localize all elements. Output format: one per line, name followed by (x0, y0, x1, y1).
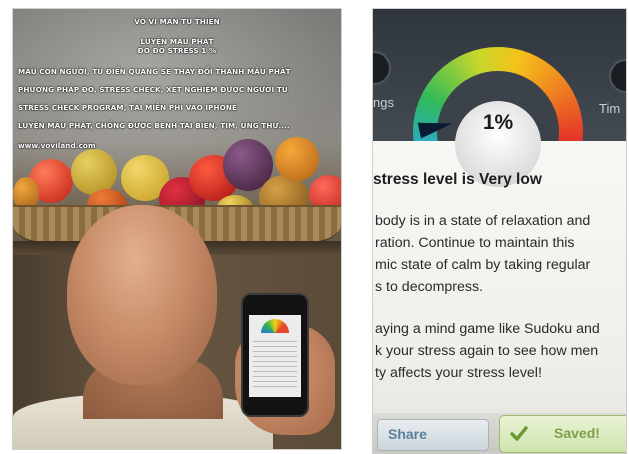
timer-button-label: Tim (599, 101, 621, 116)
photo-panel: VÔ VI MAN TU THIỀN LUYỆN MẦU PHẬT ĐO ĐỘ … (12, 8, 342, 450)
person-head (67, 205, 217, 385)
saved-button-label: Saved! (554, 425, 600, 441)
stress-percent-value: 1% (482, 111, 514, 134)
result-body-line: k your stress again to see how men (375, 343, 599, 359)
result-body-line: ration. Continue to maintain this (375, 235, 575, 251)
result-body-line: s to decompress. (375, 279, 484, 295)
settings-button-label: ngs (373, 95, 394, 110)
phone-screen-thumbnail (249, 315, 301, 397)
result-title: stress level is Very low (373, 171, 542, 188)
share-button[interactable]: Share (377, 419, 489, 451)
checkmark-icon (510, 425, 528, 443)
caption-line: MÁU CON NGƯỜI, TU ĐIỂN QUANG SẼ THAY ĐỔI… (18, 67, 291, 76)
mini-gauge-icon (261, 319, 289, 333)
caption-line: LUYỆN MẦU PHẬT, CHỐNG ĐƯỢC BỆNH TAI BIẾN… (18, 121, 290, 130)
result-body-line: aying a mind game like Sudoku and (375, 321, 600, 337)
caption-line: STRESS CHECK PROGRAM, TẢI MIỄN PHÍ VÀO I… (18, 103, 237, 112)
result-body-line: mic state of calm by taking regular (375, 257, 591, 273)
caption-subtitle-1: LUYỆN MẦU PHẬT (140, 37, 214, 46)
result-body-line: ty affects your stress level! (375, 365, 542, 381)
caption-subtitle-2: ĐO ĐỘ STRESS 1 % (137, 46, 217, 55)
result-body-line: body is in a state of relaxation and (375, 213, 591, 229)
caption-title: VÔ VI MAN TU THIỀN (134, 17, 220, 26)
saved-button[interactable]: Saved! (499, 415, 626, 453)
caption-website: www.voviland.com (18, 141, 96, 150)
app-screen-closeup: ngs Tim 1% stress level is Very low body… (372, 8, 627, 454)
share-button-label: Share (388, 426, 427, 442)
caption-line: PHƯƠNG PHÁP ĐO, STRESS CHECK, XÉT NGHIỆM… (18, 85, 288, 94)
mini-text-lines (253, 341, 297, 391)
phone-in-hand (241, 293, 309, 417)
